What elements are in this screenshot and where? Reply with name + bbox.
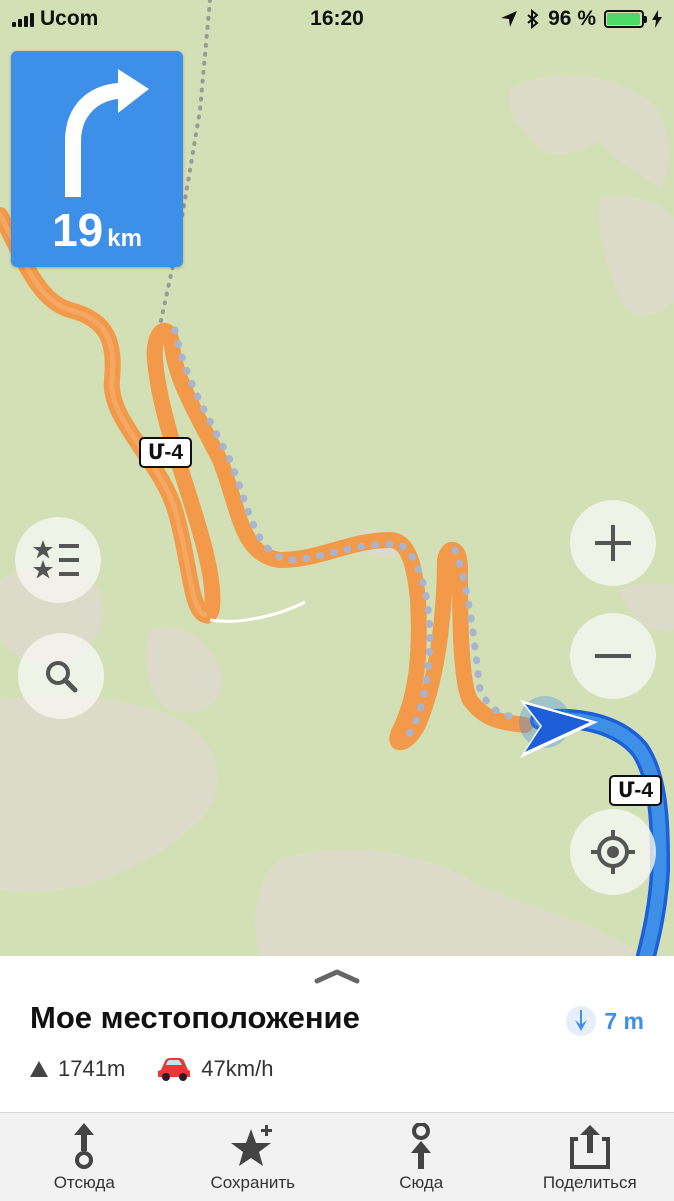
tab-save[interactable]: Сохранить [169,1113,338,1201]
place-distance: 7 m [566,1006,644,1036]
route-from-icon [69,1123,99,1169]
road-shield: Մ-4 [609,775,662,806]
turn-distance-value: 19 [52,204,103,256]
plus-icon [593,523,633,563]
road-shield: Մ-4 [139,437,192,468]
distance-value: 7 m [604,1008,644,1035]
signal-strength-icon [12,11,34,27]
tab-label: Сюда [399,1173,443,1193]
tab-from-here[interactable]: Отсюда [0,1113,169,1201]
carrier-name: Ucom [40,7,98,31]
status-bar: Ucom 16:20 96 % [0,0,674,38]
direction-arrow-icon [566,1006,596,1036]
turn-right-arrow-icon [61,67,151,197]
share-icon [570,1123,610,1169]
tab-label: Сохранить [211,1173,295,1193]
tab-label: Поделиться [543,1173,637,1193]
minus-icon [593,636,633,676]
tab-to-here[interactable]: Сюда [337,1113,506,1201]
chevron-up-icon[interactable] [313,968,361,984]
zoom-out-button[interactable] [570,613,656,699]
bookmarks-button[interactable] [15,517,101,603]
route-to-icon [406,1123,436,1169]
battery-icon [604,10,644,28]
tab-share[interactable]: Поделиться [506,1113,674,1201]
location-services-icon [500,10,518,28]
turn-distance-unit: km [107,225,142,252]
altitude-icon [30,1061,48,1077]
zoom-in-button[interactable] [570,500,656,586]
bookmarks-list-icon [33,538,83,582]
search-button[interactable] [18,633,104,719]
altitude-value: 1741m [58,1056,125,1082]
add-bookmark-icon [231,1123,275,1169]
search-icon [44,659,78,693]
my-location-icon [591,830,635,874]
place-meta: 1741m 47km/h [30,1056,273,1082]
next-turn-card[interactable]: 19km [11,51,183,267]
turn-distance: 19km [11,203,183,257]
bottom-tab-bar: Отсюда Сохранить Сюда Поделиться [0,1112,674,1201]
battery-percent: 96 % [548,7,596,31]
my-location-button[interactable] [570,809,656,895]
place-sheet[interactable]: Мое местоположение 7 m 1741m 47km/h [0,956,674,1112]
tab-label: Отсюда [54,1173,115,1193]
place-title: Мое местоположение [30,1000,360,1036]
speed-value: 47km/h [201,1056,273,1082]
bluetooth-icon [526,9,540,29]
charging-icon [652,10,662,28]
car-icon [157,1056,191,1082]
